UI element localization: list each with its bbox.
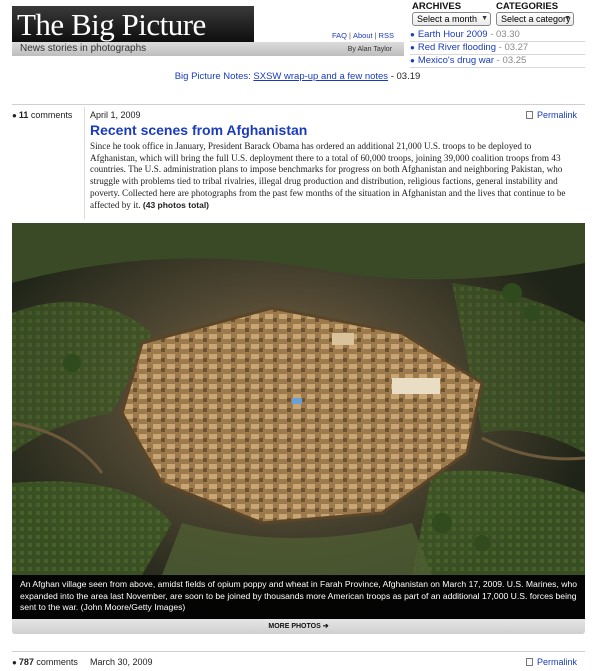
- categories-select[interactable]: Select a category ▼: [496, 12, 574, 26]
- faq-link[interactable]: FAQ: [332, 31, 347, 40]
- byline: By Alan Taylor: [347, 46, 392, 53]
- recent-post-date: - 03.25: [496, 55, 527, 66]
- rss-link[interactable]: RSS: [379, 31, 394, 40]
- post-body: Since he took office in January, Preside…: [90, 141, 578, 211]
- about-link[interactable]: About: [353, 31, 373, 40]
- notes-label: Big Picture Notes:: [174, 71, 251, 82]
- permalink[interactable]: Permalink: [525, 657, 577, 667]
- permalink[interactable]: Permalink: [525, 110, 577, 120]
- permalink-label: Permalink: [536, 657, 577, 667]
- featured-photo[interactable]: An Afghan village seen from above, amids…: [12, 223, 585, 619]
- utility-links: FAQ | About | RSS: [332, 31, 394, 40]
- recent-post-link[interactable]: Red River flooding: [418, 42, 496, 53]
- bullet-icon: ●: [410, 56, 415, 65]
- archives-select-value: Select a month: [417, 14, 478, 24]
- comments-count: 11: [18, 110, 29, 120]
- tagline-bar: News stories in photographs By Alan Tayl…: [12, 42, 404, 56]
- arrow-right-icon: ➔: [322, 623, 329, 630]
- bullet-icon: ●: [410, 30, 415, 39]
- recent-post-item[interactable]: ● Mexico's drug war - 03.25: [410, 55, 585, 68]
- recent-post-date: - 03.27: [498, 42, 529, 53]
- page-icon: [525, 658, 533, 666]
- divider: [12, 104, 585, 105]
- more-photos-label: MORE PHOTOS: [268, 623, 321, 630]
- comment-bubble-icon: ●: [12, 658, 17, 667]
- comment-bubble-icon: ●: [12, 111, 17, 120]
- recent-post-link[interactable]: Earth Hour 2009: [418, 29, 488, 40]
- site-logo[interactable]: The Big Picture: [12, 6, 254, 42]
- photo-count: (43 photos total): [142, 199, 210, 210]
- photo-caption: An Afghan village seen from above, amids…: [12, 575, 585, 619]
- post-date: April 1, 2009: [90, 110, 141, 120]
- notes-link[interactable]: SXSW wrap-up and a few notes: [253, 71, 388, 82]
- recent-post-item[interactable]: ● Earth Hour 2009 - 03.30: [410, 29, 585, 42]
- comments-word: comments: [30, 110, 73, 120]
- comments-link[interactable]: ● 787 comments: [12, 657, 78, 667]
- categories-label: CATEGORIES: [496, 1, 559, 12]
- comments-word: comments: [36, 657, 78, 667]
- tagline: News stories in photographs: [20, 43, 147, 54]
- select-arrow-icon: ▼: [564, 15, 571, 22]
- logo-text: The Big Picture: [17, 7, 206, 42]
- recent-post-item[interactable]: ● Red River flooding - 03.27: [410, 42, 585, 55]
- permalink-label: Permalink: [536, 110, 577, 120]
- post-divider: [84, 107, 85, 219]
- post-date: March 30, 2009: [90, 657, 153, 667]
- more-photos-button[interactable]: MORE PHOTOS ➔: [12, 619, 585, 634]
- comments-link[interactable]: ● 11 comments: [12, 110, 72, 120]
- post-title[interactable]: Recent scenes from Afghanistan: [90, 122, 307, 138]
- page-icon: [525, 111, 533, 119]
- select-arrow-icon: ▼: [481, 15, 488, 22]
- categories-select-value: Select a category: [501, 14, 571, 24]
- aerial-village-image: [12, 223, 585, 619]
- notes-line: Big Picture Notes: SXSW wrap-up and a fe…: [0, 71, 595, 82]
- recent-post-date: - 03.30: [490, 29, 520, 40]
- archives-select[interactable]: Select a month ▼: [412, 12, 491, 26]
- recent-post-link[interactable]: Mexico's drug war: [418, 55, 494, 66]
- notes-date: - 03.19: [390, 71, 421, 82]
- bullet-icon: ●: [410, 43, 415, 52]
- divider: [12, 651, 585, 652]
- archives-label: ARCHIVES: [412, 1, 462, 12]
- comments-count: 787: [18, 657, 34, 667]
